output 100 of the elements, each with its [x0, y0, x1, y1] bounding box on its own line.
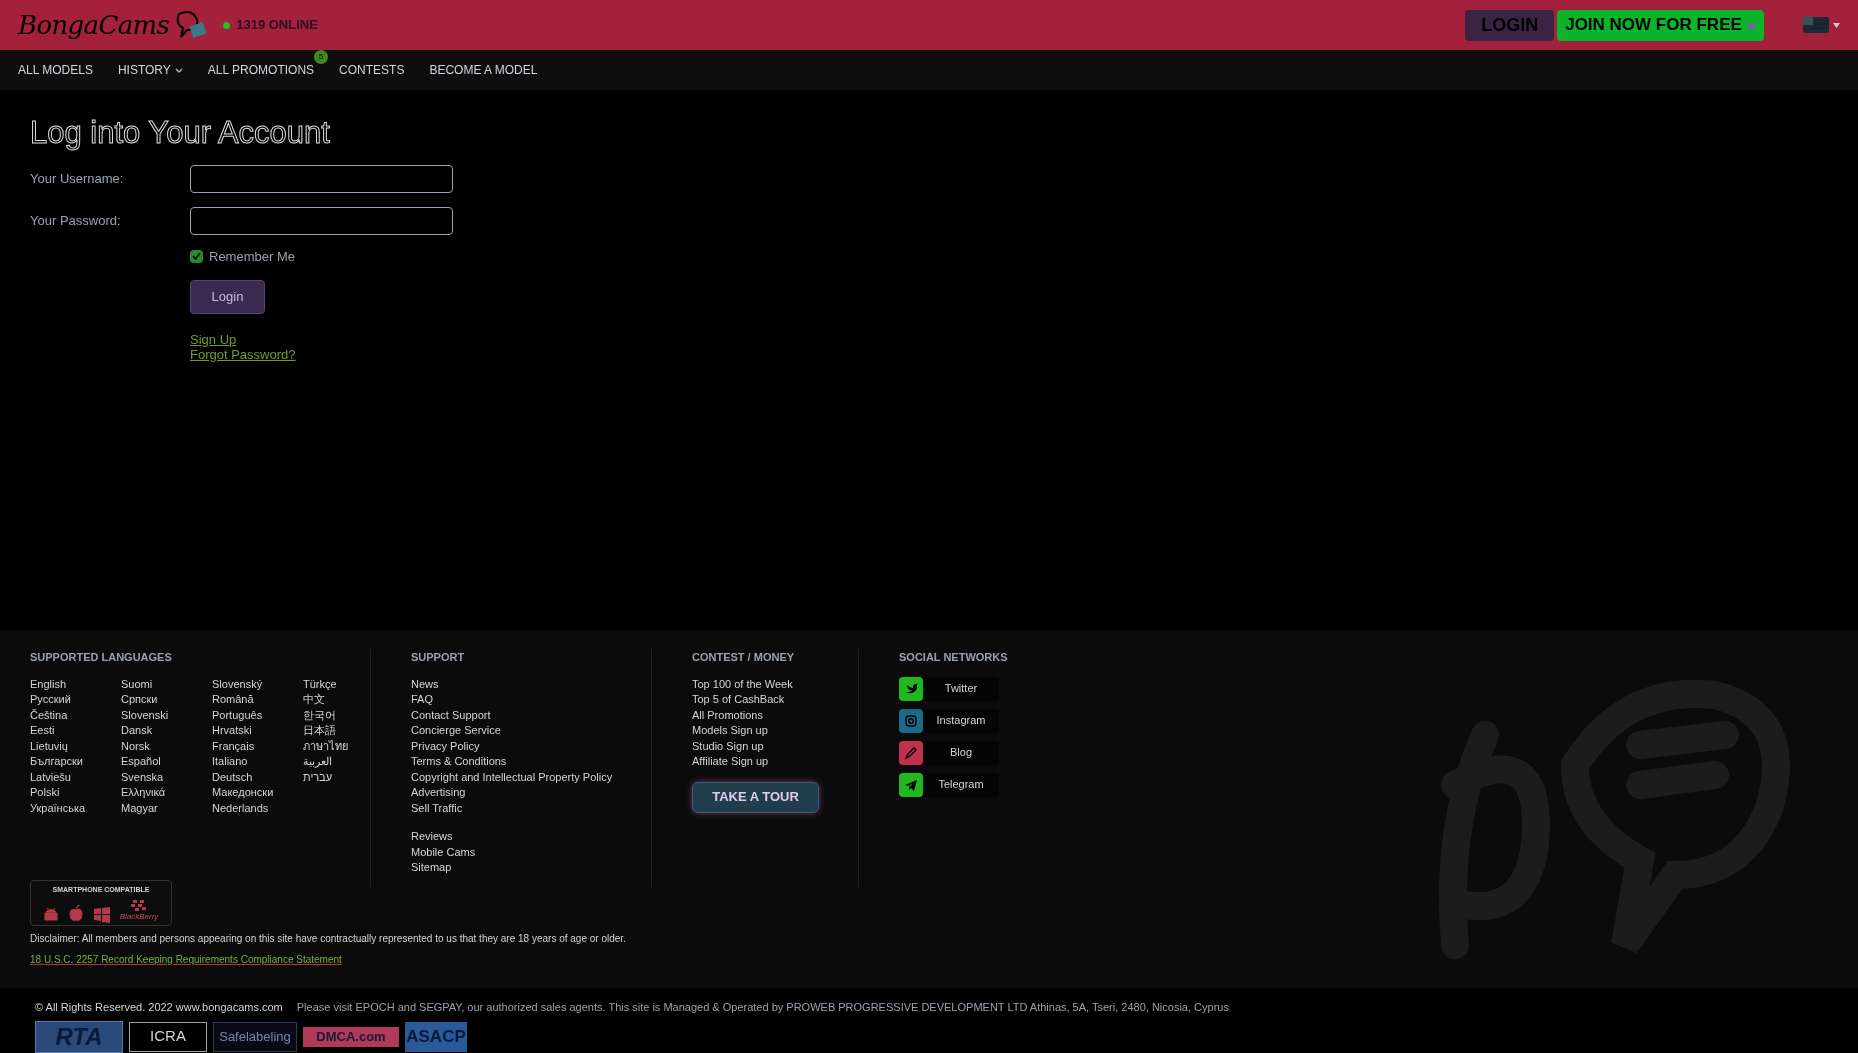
- language-link[interactable]: Српски: [121, 692, 158, 708]
- text-link[interactable]: Forgot Password?: [190, 347, 296, 362]
- language-link[interactable]: Hrvatski: [212, 723, 252, 739]
- language-link[interactable]: Čeština: [30, 707, 68, 723]
- footer-link[interactable]: Reviews: [411, 829, 453, 845]
- username-label: Your Username:: [30, 169, 125, 188]
- social-button[interactable]: Instagram: [899, 708, 999, 733]
- footer-link[interactable]: Privacy Policy: [411, 738, 480, 754]
- language-link[interactable]: Română: [212, 692, 254, 708]
- language-link[interactable]: Español: [121, 754, 161, 770]
- language-link[interactable]: Lietuvių: [30, 738, 68, 754]
- footer-link[interactable]: Top 5 of CashBack: [692, 692, 785, 708]
- footer-link[interactable]: FAQ: [411, 692, 433, 708]
- language-link[interactable]: Français: [212, 738, 255, 754]
- language-link[interactable]: ภาษาไทย: [303, 738, 348, 754]
- rta-badge: RTA: [35, 1020, 123, 1053]
- apple-icon: [67, 904, 84, 923]
- nav-link[interactable]: BECOME A MODEL: [429, 61, 538, 79]
- language-link[interactable]: Eesti: [30, 723, 55, 739]
- asacp-badge: ASACP: [405, 1021, 467, 1052]
- language-link[interactable]: 中文: [303, 692, 325, 708]
- language-link[interactable]: Italiano: [212, 754, 248, 770]
- language-link[interactable]: Македонски: [212, 785, 274, 801]
- language-link[interactable]: Български: [30, 754, 83, 770]
- footer-link[interactable]: Sitemap: [411, 860, 452, 876]
- language-link[interactable]: Latviešu: [30, 769, 71, 785]
- dmca-badge: DMCA.com: [303, 1026, 399, 1047]
- twitter-bird-icon: [904, 681, 918, 696]
- password-field[interactable]: [190, 206, 453, 235]
- footer-link[interactable]: Models Sign up: [692, 723, 768, 739]
- language-link[interactable]: العربية: [303, 754, 332, 770]
- language-link[interactable]: Português: [212, 707, 263, 723]
- page-title: Log into Your Account: [30, 114, 331, 153]
- password-label: Your Password:: [30, 211, 122, 230]
- remember-checkbox[interactable]: [190, 249, 203, 263]
- camera-icon: [904, 713, 918, 728]
- footer-link[interactable]: Affiliate Sign up: [692, 754, 769, 770]
- language-link[interactable]: Deutsch: [212, 769, 253, 785]
- footer-link[interactable]: Studio Sign up: [692, 738, 764, 754]
- chevron-down-icon: [174, 67, 183, 73]
- flag-icon: [1803, 17, 1829, 33]
- footer-link[interactable]: Contact Support: [411, 707, 491, 723]
- operator-text: Please visit EPOCH and SEGPAY, our authorized sales agents. This site is Managed & Operated by PROWEB PROGRESSIVE DEVELOPMENT LTD Athinas, 5A, Tseri, 2480, Nicosia, Cyprus: [296, 1000, 1229, 1015]
- language-link[interactable]: Norsk: [121, 738, 150, 754]
- social-button[interactable]: Telegram: [899, 772, 999, 797]
- nav-link[interactable]: HISTORY: [117, 61, 183, 79]
- take-a-tour-button[interactable]: TAKE A TOUR: [692, 781, 819, 813]
- text-link[interactable]: Sign Up: [190, 332, 237, 347]
- icra-badge: ICRA: [129, 1021, 207, 1052]
- paper-plane-icon: [904, 777, 918, 792]
- footer-link[interactable]: Mobile Cams: [411, 844, 476, 860]
- android-icon: [43, 906, 58, 923]
- compliance-link[interactable]: 18 U.S.C. 2257 Record Keeping Requirements Compliance Statement: [30, 952, 342, 967]
- nav-link[interactable]: CONTESTS: [339, 61, 405, 79]
- language-link[interactable]: Ελληνικά: [121, 785, 166, 801]
- language-link[interactable]: Slovenský: [212, 676, 263, 692]
- footer-link[interactable]: Advertising: [411, 785, 466, 801]
- language-link[interactable]: Svenska: [121, 769, 164, 785]
- footer-link[interactable]: Top 100 of the Week: [692, 676, 793, 692]
- count-badge: 5: [314, 50, 329, 64]
- caret-icon: [1833, 22, 1840, 28]
- footer-link[interactable]: Terms & Conditions: [411, 754, 507, 770]
- footer-link[interactable]: News: [411, 676, 439, 692]
- footer-link[interactable]: Sell Traffic: [411, 800, 463, 816]
- language-link[interactable]: Русский: [30, 692, 71, 708]
- remember-label: Remember Me: [209, 247, 295, 266]
- column-heading: SUPPORTED LANGUAGES: [30, 650, 173, 665]
- disclaimer-text: Disclaimer: All members and persons appearing on this site have contractually represented to us that they are 18 years of age or older.: [30, 932, 627, 946]
- language-link[interactable]: 日本語: [303, 723, 336, 739]
- username-field[interactable]: [190, 164, 453, 193]
- social-button[interactable]: Twitter: [899, 676, 999, 701]
- join-button[interactable]: JOIN NOW FOR FREE »: [1557, 9, 1764, 41]
- online-count: 1319 ONLINE: [236, 16, 318, 35]
- nav-link[interactable]: ALL MODELS: [18, 61, 93, 79]
- column-heading: SUPPORT: [411, 650, 466, 665]
- language-link[interactable]: Türkçe: [303, 676, 337, 692]
- language-link[interactable]: Українська: [30, 800, 86, 816]
- language-link[interactable]: 한국어: [303, 707, 336, 723]
- safelabeling-badge: Safelabeling: [213, 1021, 297, 1052]
- social-button[interactable]: Blog: [899, 740, 999, 765]
- pen-icon: [904, 745, 918, 760]
- language-link[interactable]: עברית: [303, 769, 333, 785]
- nav-link[interactable]: ALL PROMOTIONS: [207, 61, 315, 79]
- column-heading: CONTEST / MONEY: [692, 650, 796, 665]
- language-selector[interactable]: [1803, 17, 1840, 33]
- windows-icon: [93, 906, 110, 923]
- language-link[interactable]: Nederlands: [212, 800, 269, 816]
- footer-link[interactable]: All Promotions: [692, 707, 763, 723]
- blackberry-icon: [131, 899, 147, 911]
- language-link[interactable]: English: [30, 676, 67, 692]
- login-submit-button[interactable]: Login: [190, 280, 265, 314]
- footer-link[interactable]: Concierge Service: [411, 723, 501, 739]
- language-link[interactable]: Dansk: [121, 723, 153, 739]
- language-link[interactable]: Polski: [30, 785, 60, 801]
- language-link[interactable]: Magyar: [121, 800, 158, 816]
- blackberry-label: BlackBerry: [119, 910, 159, 923]
- language-link[interactable]: Slovenski: [121, 707, 169, 723]
- language-link[interactable]: Suomi: [121, 676, 153, 692]
- copyright-text: © All Rights Reserved. 2022 www.bongacams.com: [35, 1000, 283, 1015]
- footer-link[interactable]: Copyright and Intellectual Property Policy: [411, 769, 613, 785]
